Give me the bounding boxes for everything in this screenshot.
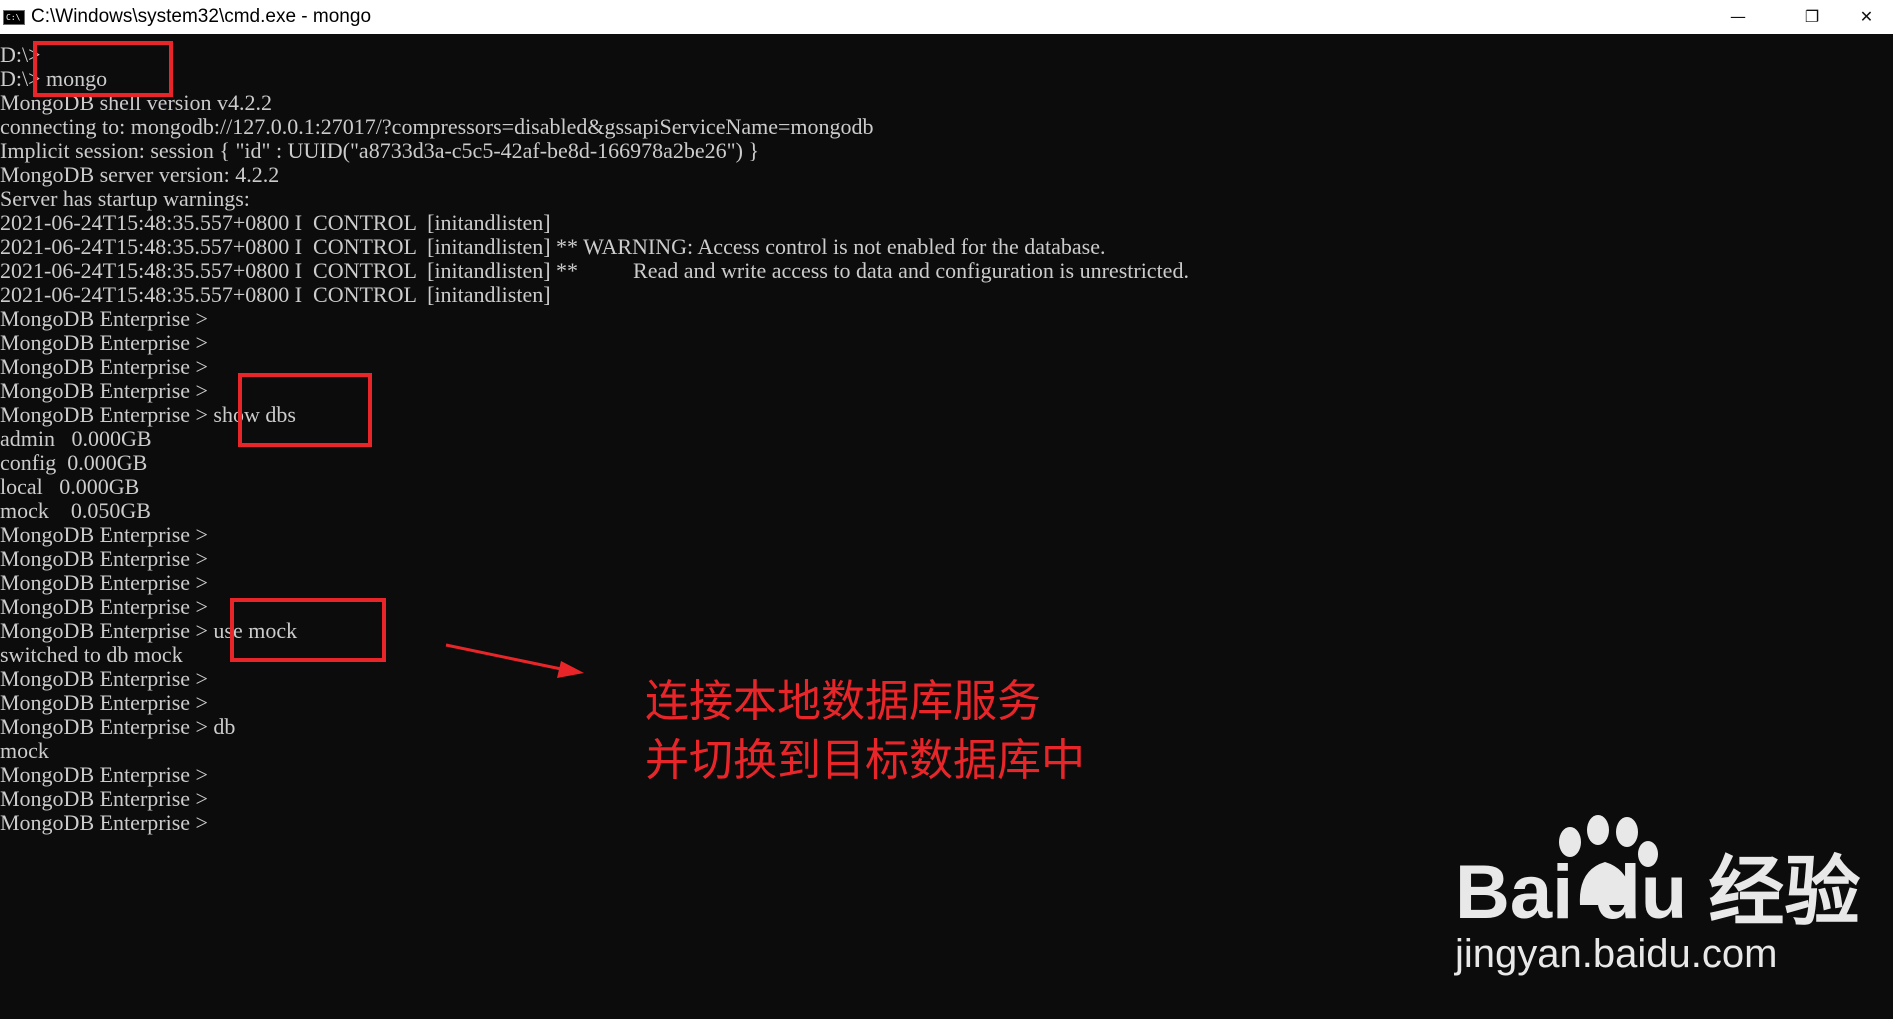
red-arrow-icon: [445, 643, 584, 678]
highlight-box-use-mock: [230, 598, 386, 662]
console-line: Server has startup warnings:: [0, 186, 250, 211]
console-line: MongoDB Enterprise >: [0, 378, 208, 403]
window-title: C:\Windows\system32\cmd.exe - mongo: [31, 6, 372, 27]
console-line: MongoDB Enterprise >: [0, 786, 208, 811]
console-line: connecting to: mongodb://127.0.0.1:27017…: [0, 114, 874, 139]
console-line: Implicit session: session { "id" : UUID(…: [0, 138, 760, 163]
watermark-url: jingyan.baidu.com: [1455, 932, 1778, 976]
minimize-button[interactable]: —: [1704, 0, 1772, 34]
annotation-line-2: 并切换到目标数据库中: [645, 735, 1085, 786]
window-titlebar[interactable]: C:\ C:\Windows\system32\cmd.exe - mongo …: [0, 0, 1893, 34]
console-line: MongoDB Enterprise >: [0, 522, 208, 547]
annotation-line-1: 连接本地数据库服务: [645, 676, 1041, 727]
baidu-jingyan-watermark: Bai du 经验: [1455, 850, 1861, 935]
console-line: MongoDB Enterprise >: [0, 762, 208, 787]
console-line: mock: [0, 738, 49, 763]
console-line: MongoDB Enterprise >: [0, 690, 208, 715]
console-line: MongoDB Enterprise >: [0, 594, 208, 619]
console-line: 2021-06-24T15:48:35.557+0800 I CONTROL […: [0, 210, 551, 235]
console-line: MongoDB Enterprise >: [0, 546, 208, 571]
console-line: config 0.000GB: [0, 450, 148, 475]
console-line: 2021-06-24T15:48:35.557+0800 I CONTROL […: [0, 258, 1189, 283]
console-line: MongoDB Enterprise >: [0, 570, 208, 595]
console-line: MongoDB Enterprise >: [0, 810, 208, 835]
console-line: MongoDB Enterprise > db: [0, 714, 236, 739]
console-line: MongoDB Enterprise >: [0, 666, 208, 691]
console-line: 2021-06-24T15:48:35.557+0800 I CONTROL […: [0, 282, 551, 307]
cmd-app-icon: C:\: [3, 10, 25, 25]
console-line: 2021-06-24T15:48:35.557+0800 I CONTROL […: [0, 234, 1106, 259]
console-line: admin 0.000GB: [0, 426, 152, 451]
restore-button[interactable]: ❐: [1778, 0, 1846, 34]
highlight-box-mongo-command: [33, 41, 173, 97]
highlight-box-show-dbs: [238, 373, 372, 447]
console-line: MongoDB Enterprise >: [0, 306, 208, 331]
console-line: MongoDB Enterprise >: [0, 354, 208, 379]
console-line: switched to db mock: [0, 642, 183, 667]
console-line: MongoDB Enterprise >: [0, 330, 208, 355]
console-line: mock 0.050GB: [0, 498, 151, 523]
console-line: MongoDB server version: 4.2.2: [0, 162, 280, 187]
close-button[interactable]: ✕: [1840, 0, 1893, 34]
console-line: local 0.000GB: [0, 474, 140, 499]
